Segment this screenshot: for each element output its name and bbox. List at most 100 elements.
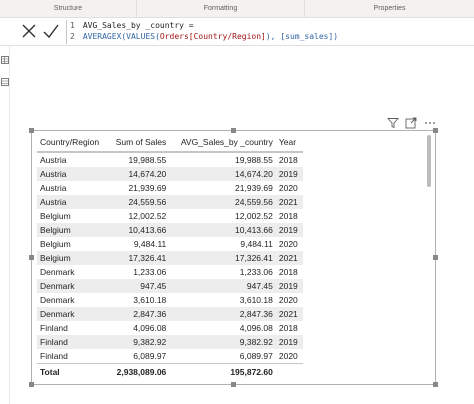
cell-avg-sales: 6,089.97: [239, 351, 273, 361]
cell-avg-sales: 3,610.18: [239, 295, 273, 305]
line-number: 2: [70, 32, 75, 41]
focus-mode-button[interactable]: [405, 116, 417, 129]
cell-country: Belgium: [40, 239, 71, 249]
table-row: Austria 19,988.55 19,988.55 2018: [37, 152, 303, 167]
formula-bar: 1 AVG_Sales_by _country = 2 AVERAGEX(VAL…: [0, 18, 474, 46]
cell-sum-of-sales: 9,484.11: [133, 239, 167, 249]
cell-avg-sales: 1,233.06: [239, 267, 273, 277]
cell-year: 2019: [275, 279, 303, 293]
table-view-icon[interactable]: [1, 56, 9, 64]
cell-year: 2020: [278, 239, 298, 249]
cell-sum-of-sales: 9,382.92: [107, 335, 170, 349]
cell-sum-of-sales: 947.45: [107, 279, 170, 293]
tab-formatting[interactable]: Formatting: [137, 0, 305, 17]
cell-year: 2019: [275, 223, 303, 237]
cell-year: 2021: [275, 307, 303, 321]
table-visual[interactable]: Country/Region Sum of Sales AVG_Sales_by…: [29, 128, 438, 387]
table-row: Denmark 947.45 947.45 2019: [37, 279, 303, 293]
column-header-year[interactable]: Year: [275, 133, 303, 153]
cell-country: Belgium: [37, 223, 108, 237]
table-row: Austria 24,559.56 24,559.56 2021: [37, 195, 303, 209]
cell-year: 2018: [278, 323, 298, 333]
commit-formula-button[interactable]: [41, 21, 61, 41]
cell-sum-of-sales: 4,096.08: [133, 323, 167, 333]
cell-avg-sales: 947.45: [169, 279, 276, 293]
cell-avg-sales: 21,939.69: [235, 183, 273, 193]
line-number: 1: [70, 21, 75, 30]
resize-handle[interactable]: [433, 382, 438, 387]
measure-definition: AVG_Sales_by _country =: [82, 21, 194, 30]
cell-avg-sales: 14,674.20: [169, 167, 276, 181]
formula-line-1: 1 AVG_Sales_by _country =: [70, 20, 338, 31]
vertical-scrollbar[interactable]: [427, 135, 431, 187]
cell-avg-sales: 24,559.56: [169, 195, 276, 209]
total-avg-sales: 195,872.60: [169, 363, 276, 380]
cell-country: Denmark: [37, 279, 108, 293]
filter-icon: [386, 118, 400, 129]
function-text: ): [333, 32, 339, 41]
table-row: Finland 9,382.92 9,382.92 2019: [37, 335, 303, 349]
resize-handle[interactable]: [433, 128, 438, 133]
table-row: Denmark 2,847.36 2,847.36 2021: [37, 307, 303, 321]
cell-sum-of-sales: 12,002.52: [128, 211, 167, 221]
cell-country: Denmark: [40, 267, 75, 277]
close-icon: [22, 24, 36, 38]
cell-sum-of-sales: 14,674.20: [107, 167, 170, 181]
table-row: Denmark 3,610.18 3,610.18 2020: [37, 293, 303, 307]
cell-country: Belgium: [40, 211, 71, 221]
cell-sum-of-sales: 17,326.41: [107, 251, 170, 265]
cell-country: Austria: [37, 195, 108, 209]
table-row: Austria 14,674.20 14,674.20 2019: [37, 167, 303, 181]
resize-handle[interactable]: [29, 128, 34, 133]
cell-country: Austria: [40, 155, 67, 165]
ribbon-tabs: Structure Formatting Properties: [0, 0, 474, 18]
column-header-avg-sales[interactable]: AVG_Sales_by _country: [169, 133, 276, 153]
more-options-button[interactable]: [424, 116, 436, 128]
cell-country: Finland: [37, 335, 108, 349]
column-reference: Orders[Country/Region]: [159, 32, 266, 41]
cell-year: 2020: [278, 351, 298, 361]
cell-year: 2021: [275, 251, 303, 265]
total-label: Total: [37, 363, 108, 380]
cell-year: 2020: [278, 183, 298, 193]
focus-mode-icon: [405, 117, 417, 129]
resize-handle[interactable]: [29, 255, 34, 260]
filter-button[interactable]: [386, 116, 400, 129]
column-header-sum-of-sales[interactable]: Sum of Sales: [107, 133, 170, 153]
tab-structure[interactable]: Structure: [0, 0, 137, 17]
resize-handle[interactable]: [29, 382, 34, 387]
cell-avg-sales: 12,002.52: [235, 211, 273, 221]
total-row: Total 2,938,089.06 195,872.60: [37, 363, 303, 380]
resize-handle[interactable]: [231, 382, 236, 387]
cell-avg-sales: 9,484.11: [240, 239, 273, 249]
cancel-formula-button[interactable]: [19, 21, 39, 41]
measure-reference: [sum_sales]: [280, 32, 334, 41]
formula-separator: [66, 20, 67, 44]
cell-sum-of-sales: 21,939.69: [128, 183, 167, 193]
cell-year: 2018: [278, 155, 298, 165]
checkmark-icon: [43, 24, 59, 39]
cell-sum-of-sales: 1,233.06: [133, 267, 167, 277]
cell-country: Finland: [40, 323, 68, 333]
cell-year: 2019: [275, 167, 303, 181]
cell-sum-of-sales: 6,089.97: [133, 351, 167, 361]
formula-editor[interactable]: 1 AVG_Sales_by _country = 2 AVERAGEX(VAL…: [70, 20, 338, 42]
cell-year: 2021: [275, 195, 303, 209]
view-rail: [0, 46, 10, 404]
function-text: ),: [265, 32, 281, 41]
tab-properties[interactable]: Properties: [305, 0, 474, 17]
table-row: Belgium 10,413.66 10,413.66 2019: [37, 223, 303, 237]
cell-sum-of-sales: 3,610.18: [133, 295, 167, 305]
column-header-country[interactable]: Country/Region: [37, 133, 108, 153]
cell-avg-sales: 19,988.55: [235, 155, 273, 165]
table-row: Belgium 9,484.11 9,484.11 2020: [37, 237, 303, 251]
cell-sum-of-sales: 10,413.66: [107, 223, 170, 237]
resize-handle[interactable]: [433, 255, 438, 260]
cell-year: 2018: [278, 211, 298, 221]
cell-country: Denmark: [37, 307, 108, 321]
model-view-icon[interactable]: [1, 78, 9, 86]
formula-line-2: 2 AVERAGEX(VALUES(Orders[Country/Region]…: [70, 31, 338, 42]
total-sum-of-sales: 2,938,089.06: [107, 363, 170, 380]
data-table: Country/Region Sum of Sales AVG_Sales_by…: [37, 133, 303, 380]
table-row: Austria 21,939.69 21,939.69 2020: [37, 181, 303, 195]
